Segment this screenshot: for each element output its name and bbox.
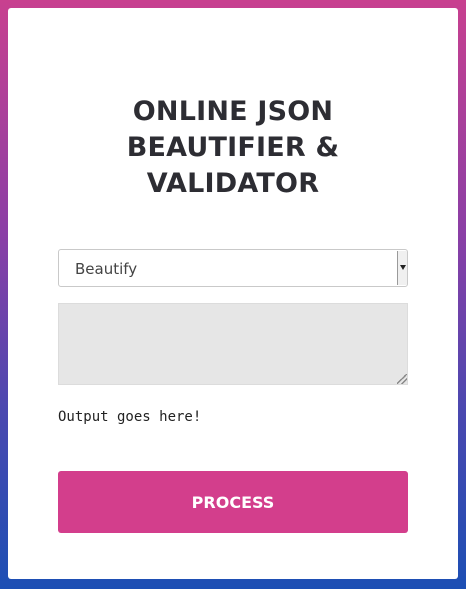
output-text: Output goes here!: [58, 409, 202, 425]
chevron-down-icon: [400, 265, 406, 270]
page-title: ONLINE JSON BEAUTIFIER & VALIDATOR: [8, 94, 458, 202]
title-line-3: VALIDATOR: [146, 168, 320, 199]
resize-grip-icon[interactable]: [397, 374, 407, 384]
mode-select-value: Beautify: [75, 260, 138, 278]
process-button[interactable]: PROCESS: [58, 471, 408, 533]
title-line-1: ONLINE JSON: [132, 96, 334, 127]
mode-select[interactable]: Beautify: [58, 249, 408, 287]
title-line-2: BEAUTIFIER &: [126, 132, 340, 163]
select-dropdown-button[interactable]: [397, 251, 407, 285]
main-card: ONLINE JSON BEAUTIFIER & VALIDATOR Beaut…: [8, 8, 458, 579]
json-input-textarea[interactable]: [58, 303, 408, 385]
